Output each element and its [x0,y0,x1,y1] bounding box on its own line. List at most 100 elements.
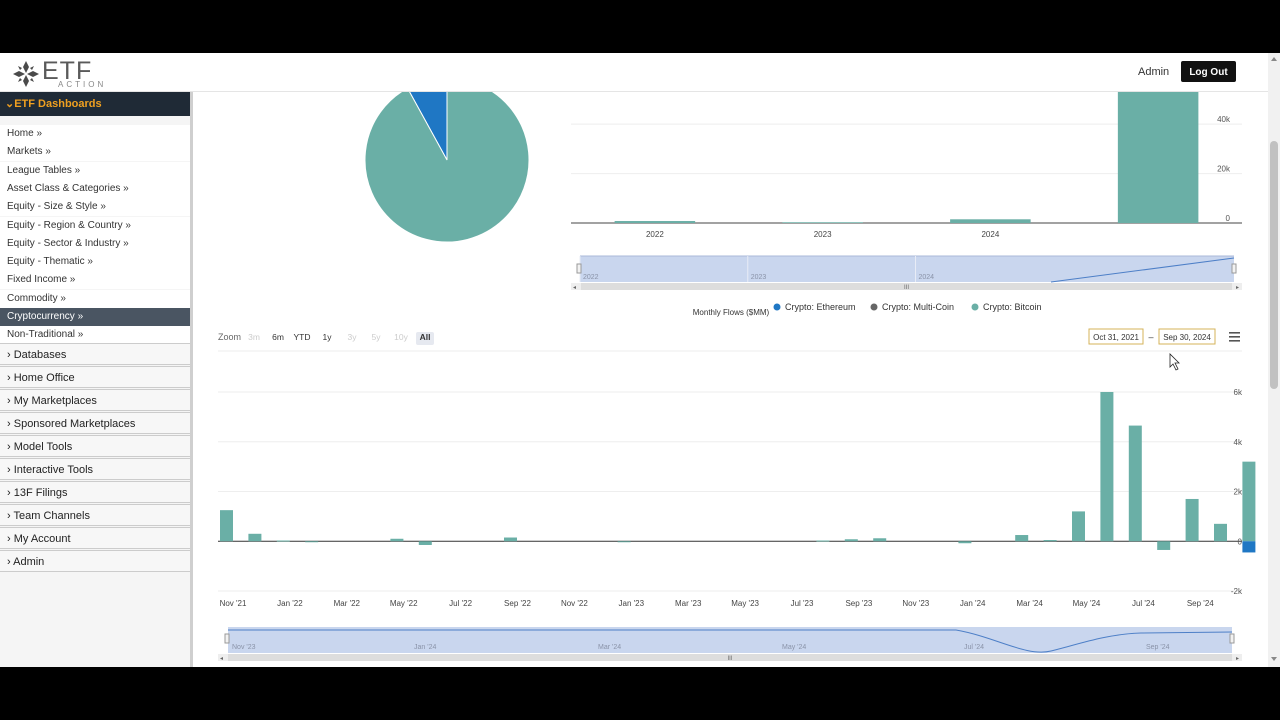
sidebar-section[interactable]: › Home Office [0,366,190,388]
scroll-grip-icon[interactable]: III [904,285,909,291]
chevron-right-icon: › [7,441,14,453]
navigator-handle-left[interactable] [576,263,582,274]
logo[interactable]: ETF ACTION [12,58,107,89]
legend-item[interactable]: Crypto: Multi-Coin [870,302,955,312]
monthly-bar[interactable] [1214,523,1227,542]
scroll-down-icon[interactable] [1271,657,1277,661]
sidebar-section[interactable]: › Interactive Tools [0,458,190,480]
sidebar-link[interactable]: Cryptocurrency » [0,308,190,326]
zoom-button[interactable]: 3y [348,332,358,342]
monthly-bar[interactable] [1242,541,1256,553]
scroll-grip-icon[interactable]: III [727,656,732,662]
sidebar-link[interactable]: Equity - Region & Country » [0,216,190,235]
sidebar-section[interactable]: › Team Channels [0,504,190,526]
sidebar-section[interactable]: › Admin [0,550,190,572]
monthly-bar[interactable] [504,537,517,542]
top-bar: ETF ACTION Admin Log Out [0,53,1268,92]
monthly-bar[interactable] [248,533,262,542]
sidebar-section[interactable]: › My Marketplaces [0,389,190,411]
page-scrollbar[interactable] [1268,53,1280,667]
zoom-button[interactable]: 10y [394,332,408,342]
logout-button[interactable]: Log Out [1181,61,1236,82]
sidebar-link[interactable]: Equity - Size & Style » [0,198,190,217]
x-tick-label: Mar '24 [1016,599,1043,608]
zoom-button[interactable]: 6m [272,332,284,342]
monthly-bar[interactable] [390,538,404,542]
monthly-bar[interactable] [1128,425,1142,542]
monthly-bar[interactable] [276,540,290,542]
scroll-up-icon[interactable] [1271,57,1277,61]
monthly-bar[interactable] [1100,392,1114,542]
annual-navigator[interactable]: 2022 2023 2024 ◂ ▸ III [571,255,1242,291]
range-to-input[interactable]: Sep 30, 2024 [1158,328,1216,345]
x-tick-label: 2024 [981,230,999,239]
monthly-bar[interactable] [1015,535,1029,542]
zoom-button[interactable]: YTD [294,332,311,342]
sidebar-link[interactable]: League Tables » [0,161,190,180]
zoom-button[interactable]: All [416,332,434,345]
annual-bar[interactable] [1117,92,1199,223]
x-tick-label: Sep '23 [845,599,872,608]
monthly-bar[interactable] [1043,540,1057,542]
monthly-bar[interactable] [418,541,432,545]
sidebar-link[interactable]: Commodity » [0,289,190,308]
annual-bar[interactable] [614,221,696,223]
monthly-bar[interactable] [220,510,233,542]
monthly-bar[interactable] [1157,541,1171,550]
range-from-input[interactable]: Oct 31, 2021 [1088,328,1144,345]
zoom-button-label: 1y [323,332,333,342]
monthly-bar[interactable] [844,539,858,542]
chevron-right-icon: › [7,418,14,430]
legend-item[interactable]: Crypto: Bitcoin [971,302,1042,312]
sidebar-link[interactable]: Markets » [0,143,190,162]
monthly-bar[interactable] [305,541,319,543]
pie-slice[interactable] [364,92,530,243]
export-menu-icon[interactable] [1229,332,1240,342]
sidebar-link[interactable]: Equity - Thematic » [0,253,190,272]
sidebar-section[interactable]: › My Account [0,527,190,549]
monthly-navigator[interactable]: Nov '23 Jan '24 Mar '24 May '24 Jul '24 Sep '… [218,627,1242,662]
sidebar-section[interactable]: › Model Tools [0,435,190,457]
sidebar-section-label: Model Tools [13,441,73,453]
navigator-handle-left[interactable] [224,633,230,644]
legend-label: Crypto: Ethereum [785,302,856,312]
scroll-right-icon[interactable]: ▸ [1236,656,1239,662]
sidebar-link[interactable]: Home » [0,125,190,143]
navigator-label: Jan '24 [414,644,436,651]
sidebar-section[interactable]: › Databases [0,343,190,365]
navigator-handle-right[interactable] [1231,263,1237,274]
monthly-bar[interactable] [1242,461,1256,542]
scroll-left-icon[interactable]: ◂ [573,285,576,291]
zoom-button[interactable]: 1y [323,332,333,342]
scroll-thumb[interactable] [1270,141,1278,389]
admin-link[interactable]: Admin [1138,66,1169,78]
monthly-bar[interactable] [816,540,830,542]
sidebar-section[interactable]: › 13F Filings [0,481,190,503]
scroll-right-icon[interactable]: ▸ [1236,285,1239,291]
x-tick-label: Nov '22 [561,599,588,608]
annual-bar[interactable] [950,219,1031,223]
legend-label: Crypto: Bitcoin [983,302,1042,312]
sidebar-section-label: Admin [13,556,45,568]
legend-item[interactable]: Crypto: Ethereum [773,302,856,312]
monthly-bar[interactable] [873,538,887,542]
sidebar-link[interactable]: Equity - Sector & Industry » [0,234,190,253]
sidebar-link[interactable]: Non-Traditional » [0,326,190,345]
sidebar-header-etf-dashboards[interactable]: ⌄ETF Dashboards [0,92,190,116]
sidebar-section[interactable]: › Sponsored Marketplaces [0,412,190,434]
zoom-button[interactable]: 5y [372,332,382,342]
x-tick-label: Jul '22 [449,599,472,608]
zoom-button[interactable]: 3m [248,332,260,342]
annual-bar[interactable] [782,222,863,223]
sidebar-link[interactable]: Asset Class & Categories » [0,179,190,198]
zoom-button-label: 3y [348,332,358,342]
monthly-bar[interactable] [1072,511,1085,542]
navigator-handle-right[interactable] [1229,633,1235,644]
monthly-bar[interactable] [958,541,972,544]
sidebar-link[interactable]: Fixed Income » [0,271,190,290]
scroll-left-icon[interactable]: ◂ [220,656,223,662]
navigator-mask [228,627,1232,653]
sidebar-section-label: Databases [13,349,67,361]
monthly-bar[interactable] [617,541,631,543]
monthly-bar[interactable] [1185,498,1199,542]
